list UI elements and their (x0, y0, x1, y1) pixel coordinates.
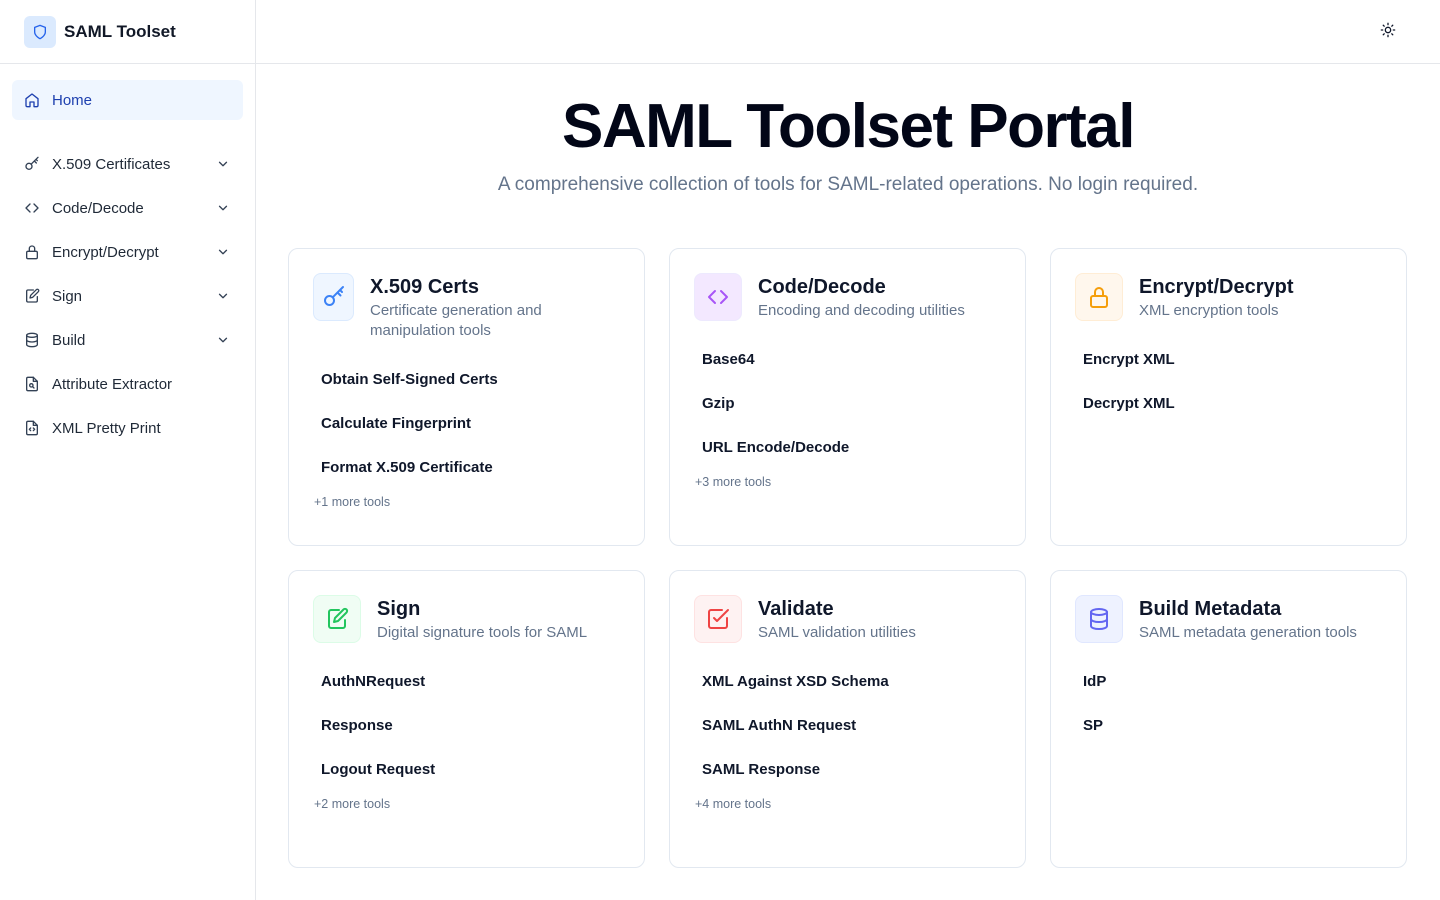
sidebar-item-encrypt-decrypt[interactable]: Encrypt/Decrypt (12, 232, 243, 272)
topbar (256, 0, 1440, 64)
chevron-down-icon[interactable] (215, 200, 231, 216)
theme-toggle-button[interactable] (1376, 20, 1400, 44)
tool-link[interactable]: SAML Response (694, 747, 1001, 791)
tool-link[interactable]: Encrypt XML (1075, 337, 1382, 381)
file-code-icon (24, 420, 40, 436)
key-icon (313, 273, 354, 321)
brand[interactable]: SAML Toolset (0, 0, 255, 64)
sidebar-item-label: Build (52, 331, 86, 349)
sidebar-item-label: Home (52, 91, 93, 109)
card-sign[interactable]: Sign Digital signature tools for SAML Au… (288, 570, 645, 868)
tool-link[interactable]: SP (1075, 703, 1382, 747)
tool-link[interactable]: Format X.509 Certificate (313, 445, 620, 489)
lock-icon (24, 244, 40, 260)
tool-cards-grid: X.509 Certs Certificate generation and m… (288, 248, 1408, 868)
code-icon (24, 200, 40, 216)
sidebar-item-build[interactable]: Build (12, 320, 243, 360)
home-icon (24, 92, 40, 108)
sidebar-item-code-decode[interactable]: Code/Decode (12, 188, 243, 228)
sidebar-item-label: XML Pretty Print (52, 419, 161, 437)
card-title: Build Metadata (1139, 598, 1282, 620)
card-description: XML encryption tools (1139, 302, 1279, 319)
sidebar: SAML Toolset Home X.509 Certificates Cod… (0, 0, 256, 900)
more-tools-link[interactable]: +3 more tools (694, 475, 1001, 489)
card-description: SAML validation utilities (758, 624, 916, 641)
sidebar-item-label: Code/Decode (52, 199, 144, 217)
card-title: Code/Decode (758, 276, 886, 298)
lock-icon (1075, 273, 1123, 321)
card-title: Sign (377, 598, 421, 620)
card-encrypt-decrypt[interactable]: Encrypt/Decrypt XML encryption tools Enc… (1050, 248, 1407, 546)
database-icon (24, 332, 40, 348)
code-icon (694, 273, 742, 321)
card-validate[interactable]: Validate SAML validation utilities XML A… (669, 570, 1026, 868)
check-square-icon (694, 595, 742, 643)
tool-link[interactable]: IdP (1075, 659, 1382, 703)
tool-link[interactable]: Obtain Self-Signed Certs (313, 357, 620, 401)
card-description: SAML metadata generation tools (1139, 624, 1357, 641)
tool-link[interactable]: SAML AuthN Request (694, 703, 1001, 747)
more-tools-link[interactable]: +4 more tools (694, 797, 1001, 811)
tool-link[interactable]: Decrypt XML (1075, 381, 1382, 425)
sidebar-item-label: X.509 Certificates (52, 155, 171, 173)
main-content: SAML Toolset Portal A comprehensive coll… (256, 64, 1440, 900)
shield-icon (24, 15, 56, 48)
card-title: Encrypt/Decrypt (1139, 276, 1294, 298)
sidebar-item-sign[interactable]: Sign (12, 276, 243, 316)
tool-link[interactable]: Gzip (694, 381, 1001, 425)
sun-icon (1380, 22, 1396, 43)
card-description: Certificate generation and manipulation … (370, 302, 542, 339)
card-description: Digital signature tools for SAML (377, 624, 588, 641)
sidebar-item-xml-pretty-print[interactable]: XML Pretty Print (12, 408, 243, 448)
chevron-down-icon[interactable] (215, 332, 231, 348)
sidebar-item-label: Sign (52, 287, 83, 305)
page-subtitle: A comprehensive collection of tools for … (497, 174, 1199, 195)
sidebar-item-label: Attribute Extractor (52, 375, 173, 393)
tool-link[interactable]: URL Encode/Decode (694, 425, 1001, 469)
brand-title: SAML Toolset (64, 21, 176, 41)
chevron-down-icon[interactable] (215, 288, 231, 304)
key-icon (24, 156, 40, 172)
tool-link[interactable]: Calculate Fingerprint (313, 401, 620, 445)
card-build-metadata[interactable]: Build Metadata SAML metadata generation … (1050, 570, 1407, 868)
edit-icon (24, 288, 40, 304)
sidebar-item-home[interactable]: Home (12, 80, 243, 120)
tool-link[interactable]: Response (313, 703, 620, 747)
page-title: SAML Toolset Portal (561, 92, 1136, 161)
tool-link[interactable]: XML Against XSD Schema (694, 659, 1001, 703)
card-x509-certs[interactable]: X.509 Certs Certificate generation and m… (288, 248, 645, 546)
database-icon (1075, 595, 1123, 643)
more-tools-link[interactable]: +2 more tools (313, 797, 620, 811)
card-title: Validate (758, 598, 834, 620)
sidebar-item-x509-certificates[interactable]: X.509 Certificates (12, 144, 243, 184)
card-description: Encoding and decoding utilities (758, 302, 965, 319)
sidebar-item-attribute-extractor[interactable]: Attribute Extractor (12, 364, 243, 404)
edit-icon (313, 595, 361, 643)
tool-link[interactable]: Base64 (694, 337, 1001, 381)
tool-link[interactable]: AuthNRequest (313, 659, 620, 703)
card-title: X.509 Certs (370, 276, 479, 298)
tool-link[interactable]: Logout Request (313, 747, 620, 791)
chevron-down-icon[interactable] (215, 244, 231, 260)
more-tools-link[interactable]: +1 more tools (313, 495, 620, 509)
sidebar-item-label: Encrypt/Decrypt (52, 243, 159, 261)
file-search-icon (24, 376, 40, 392)
sidebar-nav: Home X.509 Certificates Code/Decode Encr… (0, 64, 255, 468)
chevron-down-icon[interactable] (215, 156, 231, 172)
card-code-decode[interactable]: Code/Decode Encoding and decoding utilit… (669, 248, 1026, 546)
